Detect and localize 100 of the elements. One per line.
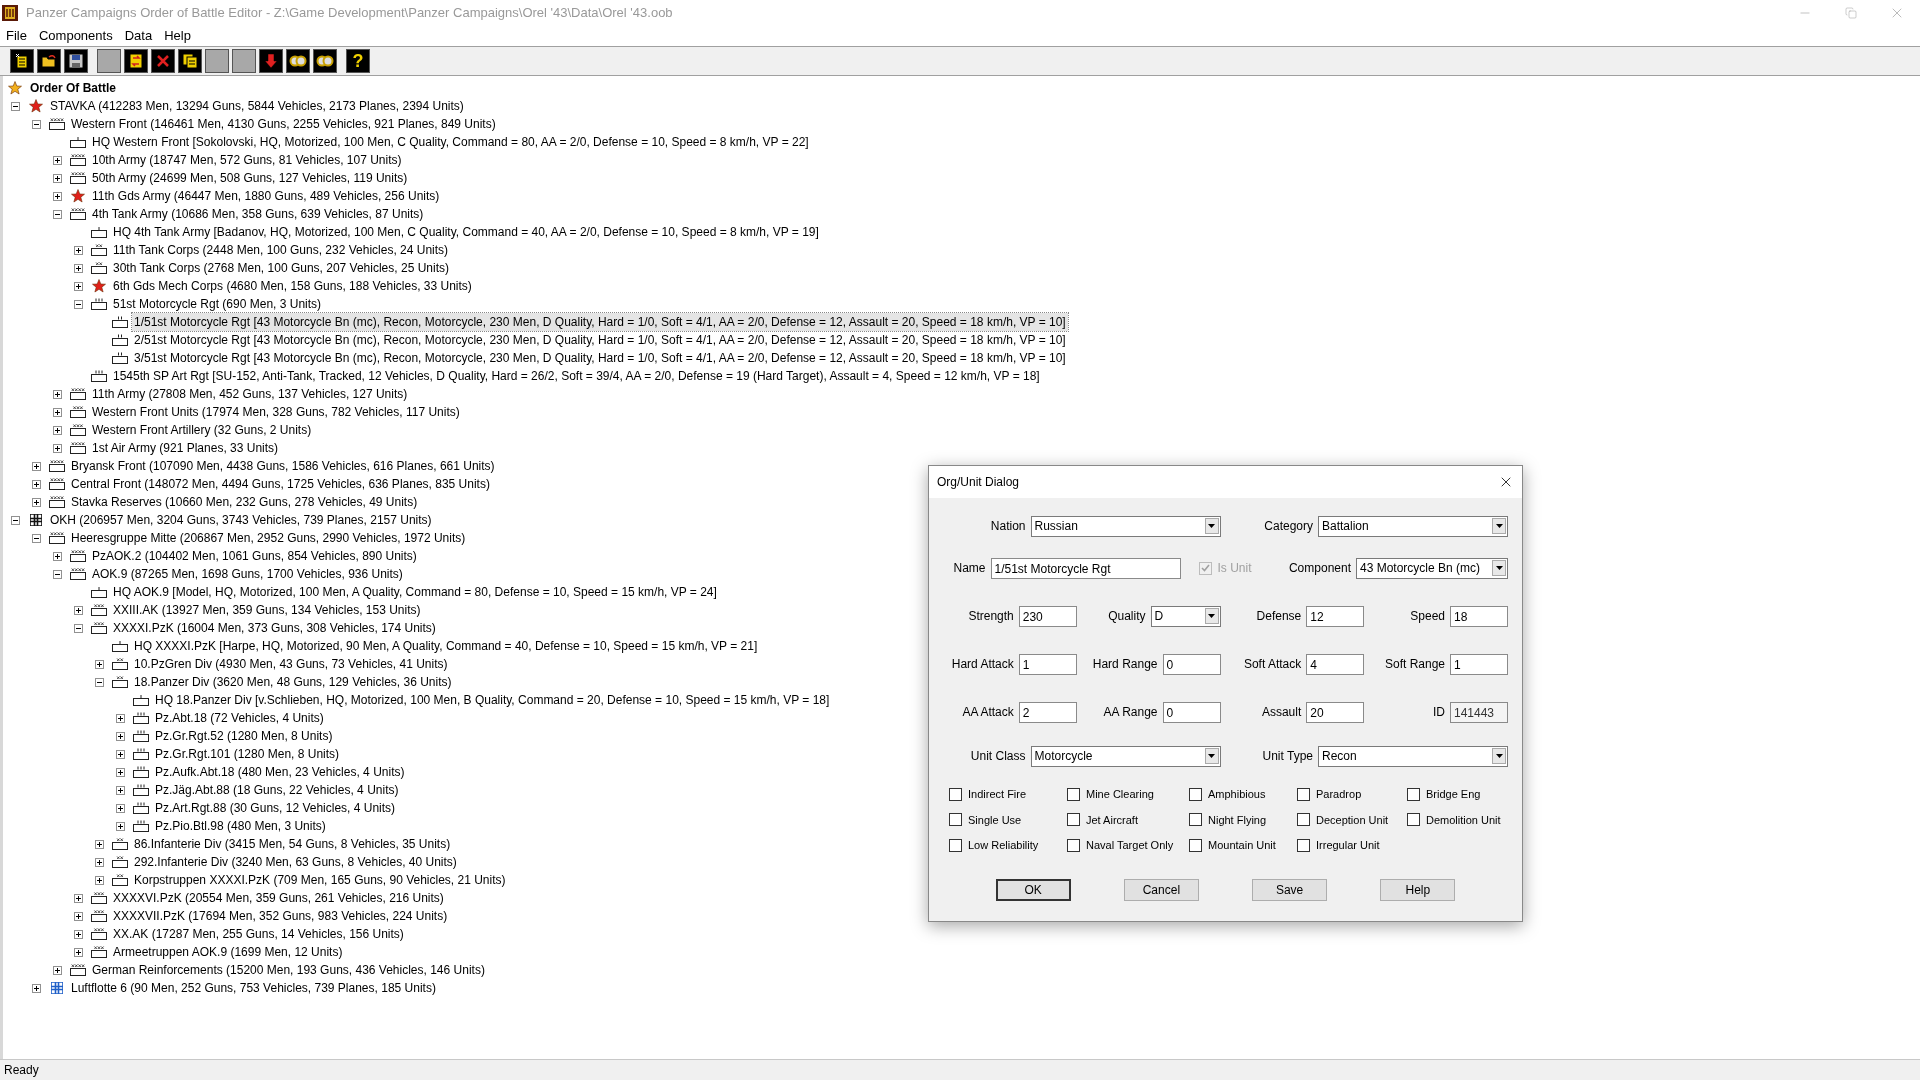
tree-item[interactable]: XXXXVI.PzK (20554 Men, 359 Guns, 261 Vehicles, 216 Units)	[111, 889, 446, 907]
tree-item[interactable]: Stavka Reserves (10660 Men, 232 Guns, 278 Vehicles, 49 Units)	[69, 493, 420, 511]
tree-item[interactable]: Pz.Gr.Rgt.52 (1280 Men, 8 Units)	[153, 727, 335, 745]
plus-box-icon[interactable]	[32, 479, 41, 489]
plus-box-icon[interactable]	[116, 767, 125, 777]
dropdown[interactable]: Battalion	[1318, 515, 1508, 537]
checkbox[interactable]	[1189, 787, 1202, 801]
tree-item[interactable]: 30th Tank Corps (2768 Men, 100 Guns, 207 Vehicles, 25 Units)	[111, 259, 451, 277]
plus-box-icon[interactable]	[116, 821, 125, 831]
input-field[interactable]: 12	[1306, 605, 1365, 627]
plus-box-icon[interactable]	[74, 263, 83, 273]
tree-item[interactable]: HQ XXXXI.PzK [Harpe, HQ, Motorized, 90 Men, A Quality, Command = 40, Defense = 10, Speed = 15 km/h, VP = 21]	[132, 637, 760, 655]
minus-box-icon[interactable]	[95, 677, 104, 687]
plus-box-icon[interactable]	[53, 443, 62, 453]
checkbox[interactable]	[1189, 838, 1202, 852]
minus-box-icon[interactable]	[74, 623, 83, 633]
tree-item[interactable]: 11th Tank Corps (2448 Men, 100 Guns, 232 Vehicles, 24 Units)	[111, 241, 451, 259]
plus-box-icon[interactable]	[53, 425, 62, 435]
plus-box-icon[interactable]	[74, 893, 83, 903]
tree-item[interactable]: HQ AOK.9 [Model, HQ, Motorized, 100 Men, A Quality, Command = 80, Defense = 10, Speed = 15 km/h, VP = 24]	[111, 583, 719, 601]
menu-item[interactable]: File	[6, 25, 27, 46]
tree-item[interactable]: Western Front Units (17974 Men, 328 Guns, 782 Vehicles, 117 Units)	[90, 403, 462, 421]
checkbox[interactable]	[949, 813, 962, 827]
tree-item[interactable]: 292.Infanterie Div (3240 Men, 63 Guns, 8 Vehicles, 40 Units)	[132, 853, 459, 871]
plus-box-icon[interactable]	[32, 461, 41, 471]
tree-item[interactable]: 10th Army (18747 Men, 572 Guns, 81 Vehicles, 107 Units)	[90, 151, 404, 169]
menu-item[interactable]: Help	[164, 25, 191, 46]
tree-item[interactable]: Central Front (148072 Men, 4494 Guns, 1725 Vehicles, 636 Planes, 835 Units)	[69, 475, 492, 493]
checkbox[interactable]	[1189, 813, 1202, 827]
tree-item[interactable]: OKH (206957 Men, 3204 Guns, 3743 Vehicles, 739 Planes, 2157 Units)	[48, 511, 434, 529]
plus-box-icon[interactable]	[95, 839, 104, 849]
plus-box-icon[interactable]	[53, 155, 62, 165]
plus-box-icon[interactable]	[32, 497, 41, 507]
plus-box-icon[interactable]	[116, 731, 125, 741]
plus-box-icon[interactable]	[116, 713, 125, 723]
tree-item[interactable]: 10.PzGren Div (4930 Men, 43 Guns, 73 Vehicles, 41 Units)	[132, 655, 450, 673]
dropdown[interactable]: Russian	[1030, 515, 1221, 537]
plus-box-icon[interactable]	[53, 407, 62, 417]
tree-item[interactable]: 51st Motorcycle Rgt (690 Men, 3 Units)	[111, 295, 324, 313]
tree-item[interactable]: Western Front (146461 Men, 4130 Guns, 2255 Vehicles, 921 Planes, 849 Units)	[69, 115, 498, 133]
dialog-button[interactable]: OK	[995, 879, 1071, 901]
minus-box-icon[interactable]	[53, 209, 62, 219]
checkbox[interactable]	[1407, 813, 1420, 827]
tree-item[interactable]: 2/51st Motorcycle Rgt [43 Motorcycle Bn (mc), Recon, Motorcycle, 230 Men, D Quality, Hard = 1/0, Soft = 4/1, AA = 2/0, Defense = 12, Assault = 20, Speed = 18 km/h, VP = 10]	[132, 331, 1068, 349]
plus-box-icon[interactable]	[32, 983, 41, 993]
tree-item[interactable]: 3/51st Motorcycle Rgt [43 Motorcycle Bn (mc), Recon, Motorcycle, 230 Men, D Quality, Hard = 1/0, Soft = 4/1, AA = 2/0, Defense = 12, Assault = 20, Speed = 18 km/h, VP = 10]	[132, 349, 1068, 367]
tree-item[interactable]: 4th Tank Army (10686 Men, 358 Guns, 639 Vehicles, 87 Units)	[90, 205, 426, 223]
input-field[interactable]: 230	[1018, 605, 1077, 627]
tree-item[interactable]: 1/51st Motorcycle Rgt [43 Motorcycle Bn (mc), Recon, Motorcycle, 230 Men, D Quality, Hard = 1/0, Soft = 4/1, AA = 2/0, Defense = 12, Assault = 20, Speed = 18 km/h, VP = 10]	[132, 313, 1068, 331]
minus-box-icon[interactable]	[32, 119, 41, 129]
tree-item[interactable]: 11th Army (27808 Men, 452 Guns, 137 Vehicles, 127 Units)	[90, 385, 410, 403]
dialog-button[interactable]: Cancel	[1123, 879, 1199, 901]
checkbox[interactable]	[949, 838, 962, 852]
plus-box-icon[interactable]	[116, 785, 125, 795]
minus-box-icon[interactable]	[53, 569, 62, 579]
plus-box-icon[interactable]	[74, 605, 83, 615]
tree-item[interactable]: Pz.Jäg.Abt.88 (18 Guns, 22 Vehicles, 4 Units)	[153, 781, 401, 799]
plus-box-icon[interactable]	[95, 857, 104, 867]
checkbox[interactable]	[1407, 787, 1420, 801]
tree-item[interactable]: 11th Gds Army (46447 Men, 1880 Guns, 489 Vehicles, 256 Units)	[90, 187, 442, 205]
plus-box-icon[interactable]	[95, 875, 104, 885]
tree-item[interactable]: Pz.Aufk.Abt.18 (480 Men, 23 Vehicles, 4 Units)	[153, 763, 407, 781]
toolbar-button[interactable]	[286, 49, 310, 73]
checkbox[interactable]	[1067, 787, 1080, 801]
checkbox[interactable]	[1297, 787, 1310, 801]
plus-box-icon[interactable]	[53, 191, 62, 201]
checkbox[interactable]	[1067, 838, 1080, 852]
checkbox[interactable]	[1067, 813, 1080, 827]
menu-item[interactable]: Components	[38, 25, 113, 46]
dropdown[interactable]: Recon	[1318, 745, 1508, 767]
plus-box-icon[interactable]	[53, 551, 62, 561]
tree-item[interactable]: XXXXVII.PzK (17694 Men, 352 Guns, 983 Vehicles, 224 Units)	[111, 907, 450, 925]
tree-item[interactable]: HQ 18.Panzer Div [v.Schlieben, HQ, Motorized, 100 Men, B Quality, Command = 20, Defense = 10, Speed = 15 km/h, VP = 18]	[153, 691, 832, 709]
minus-box-icon[interactable]	[11, 101, 20, 111]
tree-item[interactable]: German Reinforcements (15200 Men, 193 Guns, 436 Vehicles, 146 Units)	[90, 961, 487, 979]
dropdown[interactable]: D	[1150, 605, 1221, 627]
dropdown[interactable]: Motorcycle	[1030, 745, 1221, 767]
tree-item[interactable]: 6th Gds Mech Corps (4680 Men, 158 Guns, 188 Vehicles, 33 Units)	[111, 277, 474, 295]
input-field[interactable]: 20	[1306, 701, 1365, 723]
input-field[interactable]: 1	[1450, 653, 1508, 675]
toolbar-button[interactable]	[10, 49, 34, 73]
tree-item[interactable]: Pz.Pio.Btl.98 (480 Men, 3 Units)	[153, 817, 328, 835]
tree-item[interactable]: XX.AK (17287 Men, 255 Guns, 14 Vehicles, 156 Units)	[111, 925, 406, 943]
tree-item[interactable]: 86.Infanterie Div (3415 Men, 54 Guns, 8 Vehicles, 35 Units)	[132, 835, 453, 853]
input-field[interactable]: 0	[1162, 653, 1221, 675]
tree-item[interactable]: 18.Panzer Div (3620 Men, 48 Guns, 129 Vehicles, 36 Units)	[132, 673, 454, 691]
minus-box-icon[interactable]	[32, 533, 41, 543]
input-field[interactable]: 2	[1018, 701, 1077, 723]
input-field[interactable]: 18	[1450, 605, 1508, 627]
tree-item[interactable]: Heeresgruppe Mitte (206867 Men, 2952 Guns, 2990 Vehicles, 1972 Units)	[69, 529, 468, 547]
tree-item[interactable]: Armeetruppen AOK.9 (1699 Men, 12 Units)	[111, 943, 345, 961]
plus-box-icon[interactable]	[53, 389, 62, 399]
input-field[interactable]: 0	[1162, 701, 1221, 723]
dialog-button[interactable]: Save	[1252, 879, 1328, 901]
toolbar-button[interactable]	[178, 49, 202, 73]
tree-item[interactable]: 1st Air Army (921 Planes, 33 Units)	[90, 439, 281, 457]
plus-box-icon[interactable]	[74, 929, 83, 939]
tree-item[interactable]: STAVKA (412283 Men, 13294 Guns, 5844 Vehicles, 2173 Planes, 2394 Units)	[48, 97, 466, 115]
menu-item[interactable]: Data	[124, 25, 153, 46]
plus-box-icon[interactable]	[95, 659, 104, 669]
